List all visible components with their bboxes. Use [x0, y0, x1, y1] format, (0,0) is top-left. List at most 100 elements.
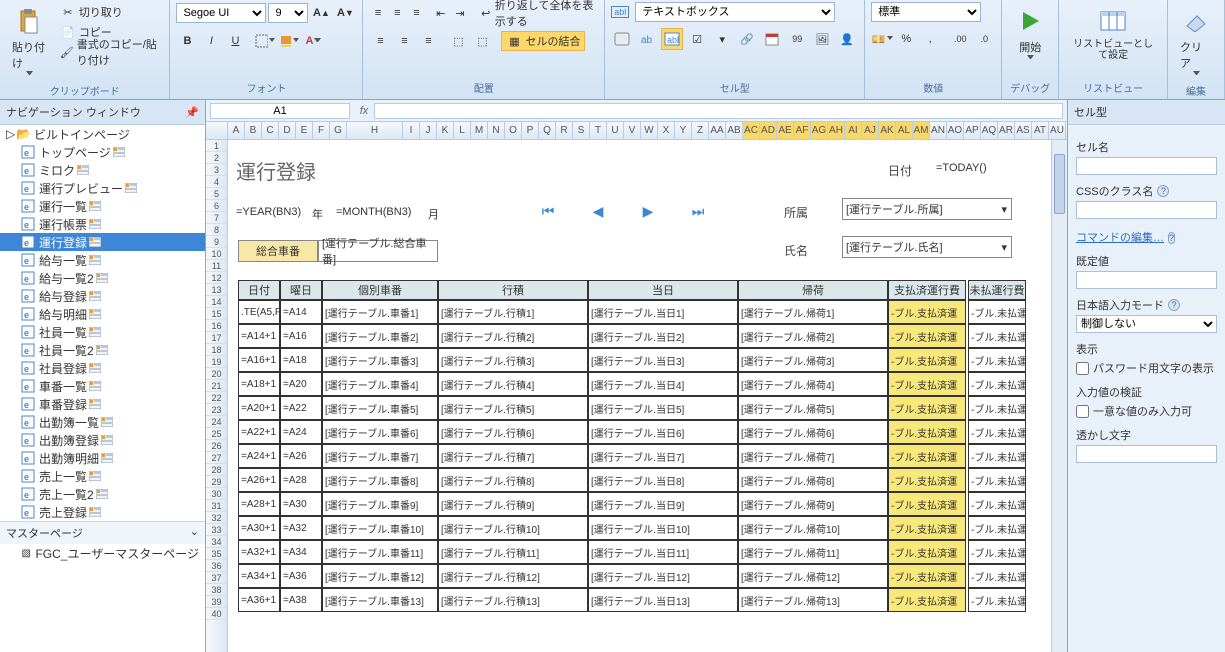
- row-header[interactable]: 33: [206, 524, 227, 536]
- table-cell[interactable]: [運行テーブル.当日10]: [588, 516, 738, 540]
- nav-item[interactable]: e運行帳票: [0, 215, 205, 233]
- table-cell[interactable]: [運行テーブル.帰荷1]: [738, 300, 888, 324]
- table-cell[interactable]: [運行テーブル.帰荷7]: [738, 444, 888, 468]
- row-header[interactable]: 8: [206, 224, 227, 236]
- nav-item[interactable]: e給与一覧: [0, 251, 205, 269]
- nav-item[interactable]: e運行登録: [0, 233, 205, 251]
- table-cell[interactable]: -ブル.未払運: [968, 516, 1026, 540]
- col-header[interactable]: AK: [879, 122, 896, 139]
- row-header[interactable]: 15: [206, 308, 227, 320]
- table-cell[interactable]: [運行テーブル.行積2]: [438, 324, 588, 348]
- row-header[interactable]: 13: [206, 284, 227, 296]
- affil-dropdown[interactable]: [運行テーブル.所属]: [842, 198, 1012, 220]
- table-cell[interactable]: [運行テーブル.帰荷12]: [738, 564, 888, 588]
- col-header[interactable]: AM: [913, 122, 930, 139]
- table-cell[interactable]: =A24+1: [238, 444, 280, 468]
- table-cell[interactable]: =A16+1: [238, 348, 280, 372]
- table-cell[interactable]: -ブル.支払済運: [888, 300, 966, 324]
- unique-checkbox[interactable]: 一意な値のみ入力可: [1076, 403, 1217, 419]
- col-header[interactable]: G: [330, 122, 347, 139]
- nav-item[interactable]: e運行一覧: [0, 197, 205, 215]
- row-header[interactable]: 18: [206, 344, 227, 356]
- col-header[interactable]: S: [573, 122, 590, 139]
- nav-item[interactable]: e車番登録: [0, 395, 205, 413]
- col-header[interactable]: F: [313, 122, 330, 139]
- table-cell[interactable]: [運行テーブル.当日9]: [588, 492, 738, 516]
- row-headers[interactable]: 1234567891011121314151617181920212223242…: [206, 140, 228, 652]
- decrease-font-button[interactable]: A▼: [334, 2, 356, 24]
- table-cell[interactable]: =A24: [280, 420, 322, 444]
- col-header[interactable]: K: [437, 122, 454, 139]
- col-header[interactable]: C: [262, 122, 279, 139]
- row-header[interactable]: 7: [206, 212, 227, 224]
- increase-indent-button[interactable]: ⇥: [451, 2, 468, 24]
- table-cell[interactable]: [運行テーブル.当日5]: [588, 396, 738, 420]
- clear-button[interactable]: クリア: [1174, 2, 1218, 81]
- col-header[interactable]: A: [228, 122, 245, 139]
- pwmask-checkbox[interactable]: パスワード用文字の表示: [1076, 360, 1217, 376]
- listview-button[interactable]: リストビューとして設定: [1065, 2, 1161, 64]
- table-cell[interactable]: [運行テーブル.行積8]: [438, 468, 588, 492]
- table-cell[interactable]: [運行テーブル.行積11]: [438, 540, 588, 564]
- table-cell[interactable]: [運行テーブル.車番4]: [322, 372, 438, 396]
- ct-number-icon[interactable]: 99: [786, 28, 808, 50]
- table-cell[interactable]: =A28: [280, 468, 322, 492]
- row-header[interactable]: 5: [206, 188, 227, 200]
- nav-master-section[interactable]: マスターページ ⌄: [0, 521, 205, 544]
- table-cell[interactable]: -ブル.未払運: [968, 588, 1026, 612]
- nav-item[interactable]: e売上一覧2: [0, 485, 205, 503]
- nav-item[interactable]: e社員登録: [0, 359, 205, 377]
- table-cell[interactable]: [運行テーブル.行積3]: [438, 348, 588, 372]
- col-header[interactable]: AQ: [981, 122, 998, 139]
- row-header[interactable]: 21: [206, 380, 227, 392]
- format-painter-button[interactable]: 🖌書式のコピー/貼り付け: [56, 42, 164, 62]
- col-header[interactable]: J: [420, 122, 437, 139]
- table-cell[interactable]: [運行テーブル.行積12]: [438, 564, 588, 588]
- table-cell[interactable]: [運行テーブル.当日3]: [588, 348, 738, 372]
- row-header[interactable]: 29: [206, 476, 227, 488]
- col-header[interactable]: M: [471, 122, 488, 139]
- underline-button[interactable]: U: [224, 30, 246, 52]
- col-header[interactable]: AE: [777, 122, 794, 139]
- col-header[interactable]: T: [590, 122, 607, 139]
- col-header[interactable]: N: [488, 122, 505, 139]
- font-color-button[interactable]: A: [302, 30, 324, 52]
- table-cell[interactable]: [運行テーブル.当日7]: [588, 444, 738, 468]
- table-cell[interactable]: -ブル.未払運: [968, 492, 1026, 516]
- merge-down-button[interactable]: ⬚: [471, 30, 493, 52]
- nav-item[interactable]: e売上一覧: [0, 467, 205, 485]
- col-header[interactable]: Q: [539, 122, 556, 139]
- row-header[interactable]: 23: [206, 404, 227, 416]
- table-cell[interactable]: =A26+1: [238, 468, 280, 492]
- table-cell[interactable]: -ブル.未払運: [968, 540, 1026, 564]
- table-cell[interactable]: =A38: [280, 588, 322, 612]
- col-header[interactable]: P: [522, 122, 539, 139]
- col-header[interactable]: V: [624, 122, 641, 139]
- col-header[interactable]: AH: [828, 122, 845, 139]
- col-header[interactable]: AT: [1032, 122, 1049, 139]
- row-header[interactable]: 2: [206, 152, 227, 164]
- table-cell[interactable]: =A34+1: [238, 564, 280, 588]
- nav-item[interactable]: e社員一覧2: [0, 341, 205, 359]
- table-cell[interactable]: [運行テーブル.当日4]: [588, 372, 738, 396]
- table-cell[interactable]: -ブル.未払運: [968, 420, 1026, 444]
- align-left-button[interactable]: ≡: [369, 30, 391, 52]
- row-header[interactable]: 9: [206, 236, 227, 248]
- currency-button[interactable]: 💴: [871, 28, 893, 50]
- table-cell[interactable]: -ブル.支払済運: [888, 396, 966, 420]
- nav-item[interactable]: e出勤簿明細: [0, 449, 205, 467]
- table-cell[interactable]: =A36+1: [238, 588, 280, 612]
- row-header[interactable]: 28: [206, 464, 227, 476]
- nav-item[interactable]: e給与明細: [0, 305, 205, 323]
- table-cell[interactable]: .TE(A5,F): [238, 300, 280, 324]
- col-header[interactable]: AB: [726, 122, 743, 139]
- nav-item[interactable]: e給与登録: [0, 287, 205, 305]
- cellname-input[interactable]: [1076, 157, 1217, 175]
- dec-decimal-button[interactable]: .0: [973, 28, 995, 50]
- table-cell[interactable]: -ブル.支払済運: [888, 564, 966, 588]
- font-size-select[interactable]: 9: [268, 3, 308, 23]
- table-cell[interactable]: [運行テーブル.車番10]: [322, 516, 438, 540]
- row-header[interactable]: 31: [206, 500, 227, 512]
- col-header[interactable]: X: [658, 122, 675, 139]
- col-header[interactable]: AO: [947, 122, 964, 139]
